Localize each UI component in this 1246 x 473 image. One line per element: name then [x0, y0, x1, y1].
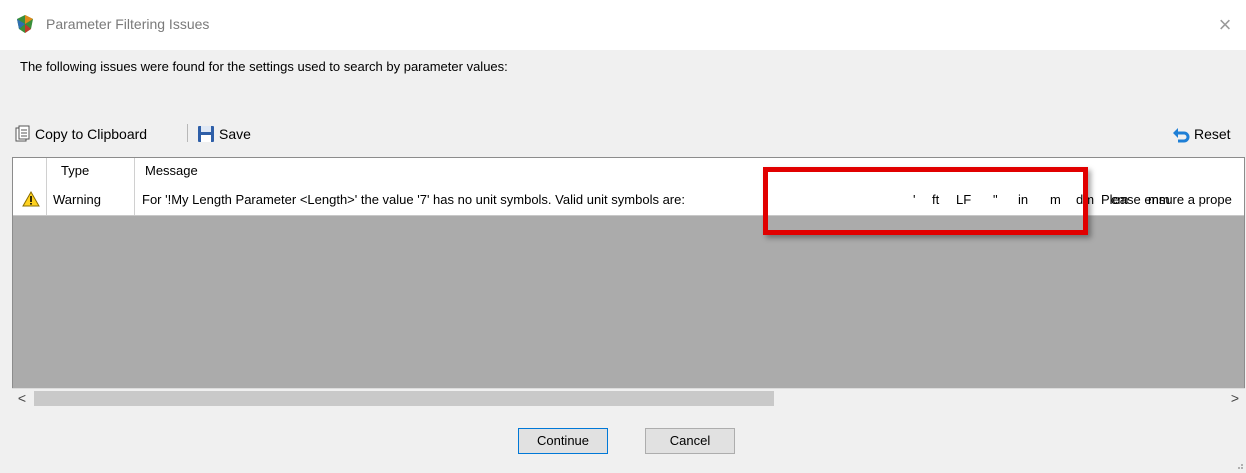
- row-message-trailing: Please ensure a prope: [1101, 192, 1232, 207]
- app-logo-icon: [14, 13, 36, 35]
- description-text: The following issues were found for the …: [20, 59, 508, 74]
- reset-button[interactable]: Reset: [1172, 124, 1231, 144]
- column-header-type[interactable]: Type: [47, 158, 135, 185]
- close-icon[interactable]: ×: [1210, 8, 1240, 42]
- copy-to-clipboard-label: Copy to Clipboard: [35, 126, 148, 142]
- undo-arrow-icon: [1172, 125, 1190, 143]
- copy-to-clipboard-button[interactable]: Copy to Clipboard: [14, 124, 147, 144]
- unit-symbols-highlight-box: [763, 167, 1088, 235]
- floppy-disk-icon: [197, 125, 215, 143]
- save-label: Save: [219, 126, 251, 142]
- row-type: Warning: [47, 185, 135, 215]
- resize-grip-icon[interactable]: [1234, 458, 1244, 469]
- reset-label: Reset: [1194, 126, 1231, 142]
- clipboard-icon: [14, 125, 32, 143]
- title-bar: Parameter Filtering Issues ×: [0, 0, 1246, 50]
- continue-button[interactable]: Continue: [518, 428, 608, 454]
- horizontal-scrollbar[interactable]: < >: [12, 388, 1245, 408]
- window-title: Parameter Filtering Issues: [46, 16, 210, 32]
- scroll-left-arrow-icon[interactable]: <: [12, 389, 32, 408]
- warning-icon: [13, 185, 47, 215]
- column-header-icon[interactable]: [13, 158, 47, 185]
- scroll-thumb[interactable]: [34, 391, 774, 406]
- cancel-button[interactable]: Cancel: [645, 428, 735, 454]
- row-message-text: For '!My Length Parameter <Length>' the …: [142, 192, 685, 207]
- toolbar: Copy to Clipboard Save Reset: [0, 118, 1246, 148]
- toolbar-separator: [187, 124, 188, 142]
- scroll-right-arrow-icon[interactable]: >: [1225, 389, 1245, 408]
- save-button[interactable]: Save: [197, 124, 251, 144]
